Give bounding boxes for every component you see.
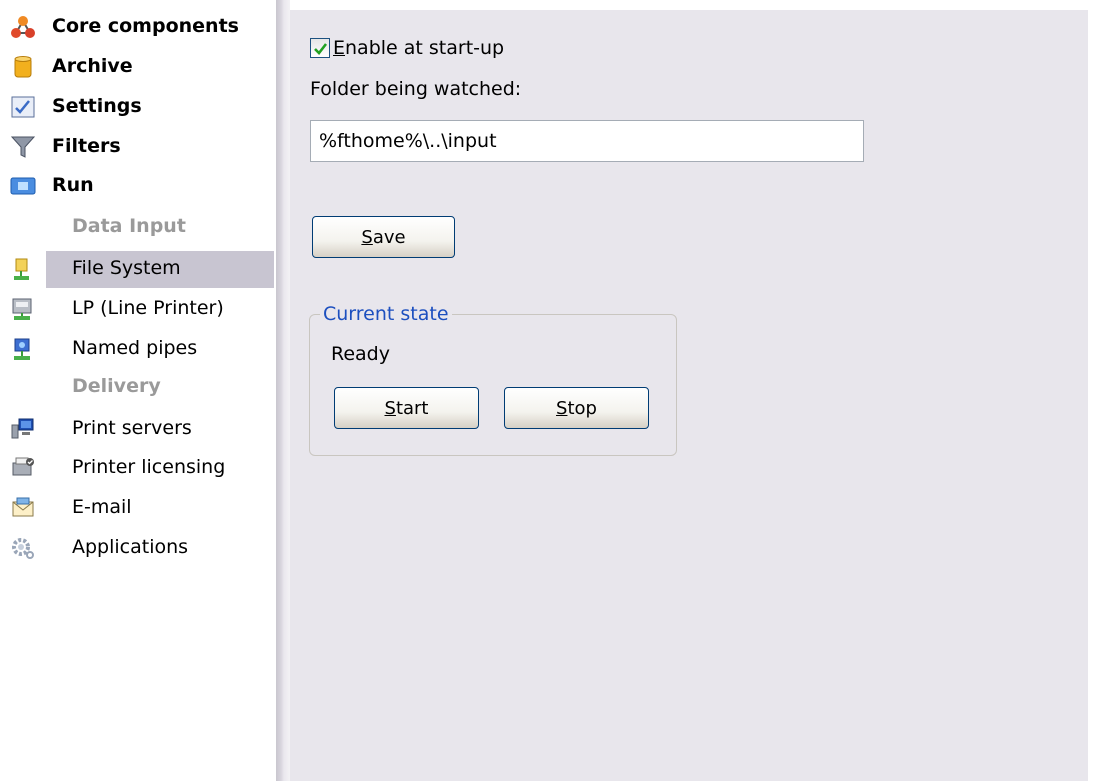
- sidebar-item-label: Run: [52, 174, 94, 196]
- section-header-label: Data Input: [72, 215, 186, 237]
- current-state-group: Current state Ready Start Stop: [309, 303, 677, 456]
- folder-label: Folder being watched:: [310, 78, 522, 100]
- print-servers-icon: [10, 417, 36, 441]
- check-mark-icon: [314, 43, 328, 55]
- line-printer-icon: [10, 297, 36, 321]
- sidebar-item-file-system[interactable]: File System: [0, 250, 276, 288]
- sidebar-item-archive[interactable]: Archive: [0, 48, 276, 86]
- sidebar-item-label: Named pipes: [72, 337, 198, 359]
- sidebar-item-print-servers[interactable]: Print servers: [0, 410, 276, 448]
- splitter[interactable]: [276, 0, 290, 781]
- email-icon: [10, 496, 36, 520]
- settings-icon: [10, 95, 36, 119]
- sidebar-item-core-components[interactable]: Core components: [0, 8, 276, 46]
- sidebar-item-label: LP (Line Printer): [72, 297, 224, 319]
- applications-gear-icon: [10, 536, 36, 560]
- sidebar-item-label: Core components: [52, 15, 239, 37]
- sidebar-item-label: Settings: [52, 95, 142, 117]
- sidebar-item-label: E-mail: [72, 496, 132, 518]
- sidebar-item-label: Printer licensing: [72, 456, 226, 478]
- sidebar-item-settings[interactable]: Settings: [0, 88, 276, 126]
- sidebar-nav: Core components Archive Settings Filters…: [0, 0, 276, 781]
- sidebar-item-label: Filters: [52, 135, 121, 157]
- sidebar-item-printer-licensing[interactable]: Printer licensing: [0, 449, 276, 487]
- sidebar-item-email[interactable]: E-mail: [0, 489, 276, 527]
- enable-at-startup-label[interactable]: Enable at start-up: [333, 37, 504, 59]
- sidebar-item-label: Print servers: [72, 417, 192, 439]
- named-pipes-icon: [10, 337, 36, 361]
- enable-at-startup-checkbox[interactable]: [310, 38, 330, 58]
- save-button[interactable]: Save: [312, 216, 455, 258]
- enable-at-startup-row[interactable]: Enable at start-up: [310, 35, 504, 61]
- current-state-legend: Current state: [320, 303, 452, 325]
- section-header-data-input: Data Input: [0, 208, 276, 246]
- sidebar-item-named-pipes[interactable]: Named pipes: [0, 330, 276, 368]
- sidebar-item-label: Applications: [72, 536, 189, 558]
- sidebar-item-line-printer[interactable]: LP (Line Printer): [0, 290, 276, 328]
- printer-licensing-icon: [10, 456, 36, 480]
- section-header-delivery: Delivery: [0, 368, 276, 406]
- sidebar-item-filters[interactable]: Filters: [0, 128, 276, 166]
- status-text: Ready: [331, 343, 390, 365]
- section-header-label: Delivery: [72, 375, 161, 397]
- core-components-icon: [10, 15, 36, 39]
- sidebar-item-label: Archive: [52, 55, 133, 77]
- stop-button[interactable]: Stop: [504, 387, 649, 429]
- sidebar-item-label: File System: [72, 257, 181, 279]
- run-icon: [10, 174, 36, 198]
- sidebar-item-run[interactable]: Run: [0, 167, 276, 205]
- settings-panel: Enable at start-up Folder being watched:…: [290, 10, 1088, 781]
- folder-path-input[interactable]: [310, 120, 864, 162]
- sidebar-item-applications[interactable]: Applications: [0, 529, 276, 567]
- filter-funnel-icon: [10, 135, 36, 159]
- file-system-icon: [10, 257, 36, 281]
- start-button[interactable]: Start: [334, 387, 479, 429]
- archive-icon: [10, 55, 36, 79]
